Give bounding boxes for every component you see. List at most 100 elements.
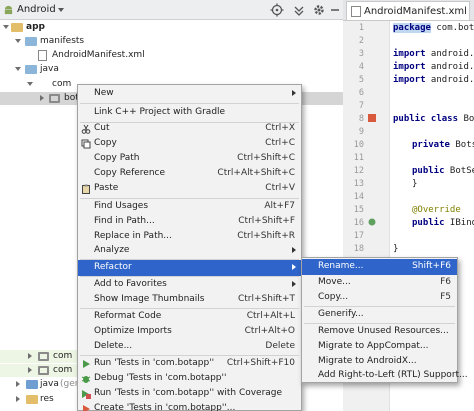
menu-item-find-in-path[interactable]: Find in Path... Ctrl+Shift+F — [78, 214, 301, 230]
sync-target-icon[interactable] — [270, 3, 284, 17]
line-number: 12 — [353, 166, 364, 176]
xml-file-icon — [38, 50, 47, 61]
submenu-item-generify[interactable]: Generify... — [302, 307, 457, 323]
menu-item-label: Find in Path... — [94, 216, 155, 226]
menu-item-label: Migrate to AppCompat... — [318, 341, 429, 351]
tree-label: app — [26, 22, 45, 32]
tab-androidmanifest[interactable]: AndroidManifest.xml — [346, 1, 470, 20]
tree-row-manifests[interactable]: manifests — [0, 35, 343, 48]
menu-item-label: Rename... — [318, 261, 364, 271]
tree-row-java[interactable]: java — [0, 63, 343, 76]
menu-item-label: Link C++ Project with Gradle — [94, 107, 226, 117]
folder-icon — [25, 65, 37, 74]
class-gutter-icon[interactable] — [367, 113, 377, 123]
menu-item-run-with-coverage[interactable]: Run 'Tests in 'com.botapp'' with Coverag… — [78, 386, 301, 402]
submenu-arrow-icon — [292, 247, 296, 253]
cut-icon — [81, 124, 91, 134]
menu-item-cut[interactable]: Cut Ctrl+X — [78, 121, 301, 137]
menu-item-label: Copy... — [318, 292, 349, 302]
menu-item-label: Add to Favorites — [94, 279, 167, 289]
menu-item-analyze[interactable]: Analyze — [78, 243, 301, 259]
hide-panel-icon[interactable] — [328, 3, 342, 17]
menu-item-label: Paste — [94, 183, 119, 193]
code-line: public class Bo — [393, 114, 474, 124]
submenu-item-rename[interactable]: Rename... Shift+F6 — [302, 259, 457, 275]
menu-item-shortcut: Delete — [265, 341, 295, 351]
menu-item-refactor[interactable]: Refactor — [78, 260, 301, 276]
xml-file-icon — [351, 6, 361, 17]
refactor-submenu: Rename... Shift+F6 Move... F6 Copy... F5… — [301, 257, 468, 384]
android-icon — [4, 5, 13, 15]
code-line: package com.bota — [393, 23, 474, 33]
folder-icon — [26, 395, 38, 404]
submenu-item-move[interactable]: Move... F6 — [302, 275, 457, 291]
menu-item-link-cpp[interactable]: Link C++ Project with Gradle — [78, 105, 301, 121]
tree-label: manifests — [40, 36, 85, 46]
line-number: 16 — [353, 218, 364, 228]
line-number: 10 — [353, 140, 364, 150]
package-icon — [38, 352, 49, 361]
project-view-selector[interactable]: Android — [17, 4, 56, 15]
menu-item-shortcut: Ctrl+Shift+T — [237, 294, 295, 304]
create-test-icon — [83, 405, 90, 411]
folder-icon — [25, 37, 37, 46]
tree-label: java — [40, 379, 59, 389]
menu-item-find-usages[interactable]: Find Usages Alt+F7 — [78, 199, 301, 215]
menu-item-debug-tests[interactable]: Debug 'Tests in 'com.botapp'' — [78, 371, 301, 387]
gear-icon[interactable] — [312, 3, 326, 17]
menu-item-optimize-imports[interactable]: Optimize Imports Ctrl+Alt+O — [78, 324, 301, 340]
menu-item-label: Add Right-to-Left (RTL) Support... — [318, 370, 468, 380]
line-number: 14 — [353, 192, 364, 202]
menu-item-label: New — [94, 88, 114, 98]
project-toolbar: Android — [0, 0, 343, 20]
menu-item-copy-path[interactable]: Copy Path Ctrl+Shift+C — [78, 151, 301, 167]
menu-item-new[interactable]: New — [78, 86, 301, 102]
menu-item-shortcut: Ctrl+Shift+F — [238, 216, 295, 226]
override-gutter-icon[interactable] — [367, 217, 377, 227]
line-number: 1 — [358, 23, 364, 33]
submenu-arrow-icon — [292, 264, 296, 270]
menu-item-run-tests[interactable]: Run 'Tests in 'com.botapp'' Ctrl+Shift+F… — [78, 356, 301, 372]
menu-item-copy[interactable]: Copy Ctrl+C — [78, 136, 301, 152]
menu-item-label: Run 'Tests in 'com.botapp'' — [94, 358, 215, 368]
menu-item-delete[interactable]: Delete... Delete — [78, 339, 301, 355]
submenu-item-add-rtl-support[interactable]: Add Right-to-Left (RTL) Support... — [302, 368, 468, 384]
chevron-down-icon[interactable] — [58, 8, 64, 12]
context-menu: New Link C++ Project with Gradle Cut Ctr… — [77, 84, 302, 411]
menu-item-shortcut: Ctrl+Shift+F10 — [226, 358, 295, 368]
menu-item-create-tests[interactable]: Create 'Tests in 'com.botapp''... — [78, 401, 301, 411]
submenu-item-copy[interactable]: Copy... F5 — [302, 290, 457, 306]
menu-item-label: Generify... — [318, 309, 364, 319]
menu-item-label: Find Usages — [94, 201, 149, 211]
line-number: 5 — [358, 75, 364, 85]
menu-item-label: Run 'Tests in 'com.botapp'' with Coverag… — [94, 388, 283, 398]
menu-item-label: Create 'Tests in 'com.botapp''... — [94, 403, 236, 411]
menu-item-label: Debug 'Tests in 'com.botapp'' — [94, 373, 227, 383]
tree-row-app[interactable]: app — [0, 21, 343, 34]
collapse-all-icon[interactable] — [292, 3, 306, 17]
menu-item-copy-reference[interactable]: Copy Reference Ctrl+Alt+Shift+C — [78, 166, 301, 182]
line-number: 15 — [353, 205, 364, 215]
menu-item-shortcut: Ctrl+Alt+O — [244, 326, 295, 336]
menu-item-shortcut: Ctrl+X — [265, 123, 295, 133]
menu-item-label: Optimize Imports — [94, 326, 172, 336]
module-folder-icon — [11, 23, 23, 32]
menu-item-reformat-code[interactable]: Reformat Code Ctrl+Alt+L — [78, 309, 301, 325]
menu-item-label: Reformat Code — [94, 311, 162, 321]
submenu-item-migrate-appcompat[interactable]: Migrate to AppCompat... — [302, 339, 457, 355]
tree-label: java — [40, 64, 59, 74]
line-number: 9 — [358, 127, 364, 137]
menu-item-add-to-favorites[interactable]: Add to Favorites — [78, 277, 301, 293]
tree-label: com — [52, 79, 72, 89]
tree-label: com — [53, 365, 73, 375]
menu-item-label: Cut — [94, 123, 110, 133]
package-icon — [38, 366, 49, 375]
tree-row-androidmanifest[interactable]: AndroidManifest.xml — [0, 49, 343, 62]
line-number: 2 — [358, 36, 364, 46]
folder-icon — [26, 380, 38, 389]
menu-item-paste[interactable]: Paste Ctrl+V — [78, 181, 301, 197]
code-line: import android.a — [393, 49, 474, 59]
line-number: 13 — [353, 179, 364, 189]
submenu-item-remove-unused-resources[interactable]: Remove Unused Resources... — [302, 324, 457, 340]
menu-item-show-image-thumbnails[interactable]: Show Image Thumbnails Ctrl+Shift+T — [78, 292, 301, 308]
